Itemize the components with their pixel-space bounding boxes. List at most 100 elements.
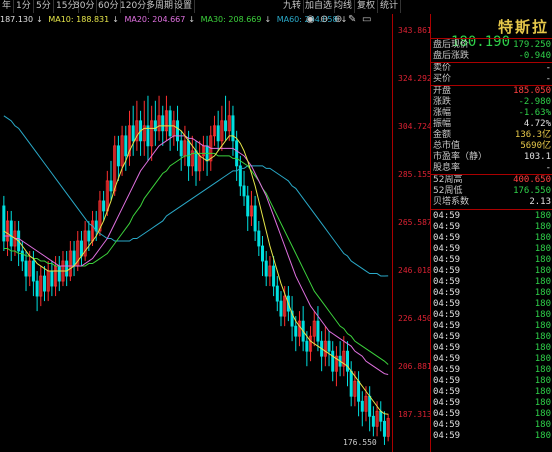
candle-body: [316, 320, 320, 342]
divider: [431, 85, 552, 86]
quote-value: -: [545, 163, 551, 173]
tool-button-1[interactable]: 加自选: [303, 0, 336, 13]
trade-row: 04:59 180: [431, 431, 552, 442]
arrow-down-icon: ↓: [264, 15, 272, 24]
candle-body: [279, 300, 283, 317]
ma30-label: MA30: 208.669: [200, 15, 262, 24]
trade-price: 180: [534, 321, 551, 331]
ma60-line: [3, 115, 389, 277]
ma20-label: MA20: 204.667: [124, 15, 186, 24]
quote-value: -0.940: [518, 51, 551, 61]
quote-row: 涨幅 -1.63%: [431, 108, 552, 119]
price-axis: 343.861 324.292 304.724 285.155 265.587 246.0…: [392, 14, 432, 452]
trade-row: 04:59 180: [431, 420, 552, 431]
candle-body: [65, 260, 69, 277]
trade-price: 180: [534, 343, 551, 353]
candle-body: [305, 340, 309, 352]
quote-row: 52周低 176.550: [431, 186, 552, 197]
trade-price: 180: [534, 299, 551, 309]
quote-row: 开盘 185.050: [431, 86, 552, 97]
tool-button-4[interactable]: 统计: [378, 0, 402, 13]
candle-body: [9, 220, 13, 247]
trade-row: 04:59 180: [431, 310, 552, 321]
period-tab-8[interactable]: 设置: [172, 0, 196, 13]
divider: [431, 209, 552, 210]
candle-body: [124, 135, 128, 157]
trade-row: 04:59 180: [431, 398, 552, 409]
period-tab-0[interactable]: 年: [0, 0, 15, 13]
price-tick: 187.313: [398, 410, 432, 419]
candle-body: [349, 370, 353, 397]
trade-price: 180: [534, 288, 551, 298]
quote-label: 涨跌: [433, 97, 452, 107]
trade-price: 180: [534, 365, 551, 375]
tool-button-3[interactable]: 复权: [355, 0, 379, 13]
trade-row: 04:59 180: [431, 321, 552, 332]
trade-row: 04:59 180: [431, 288, 552, 299]
quote-label: 52周低: [433, 186, 463, 196]
trade-time: 04:59: [433, 376, 461, 386]
quote-value: 176.550: [513, 186, 551, 196]
trade-row: 04:59 180: [431, 299, 552, 310]
trade-row: 04:59 180: [431, 222, 552, 233]
quote-label: 涨幅: [433, 108, 452, 118]
quote-label: 买价: [433, 74, 452, 84]
candle-body: [224, 120, 228, 132]
zoom-out-icon[interactable]: ⊖: [320, 14, 328, 25]
candle-body: [20, 250, 24, 262]
quote-value: -: [545, 74, 551, 84]
draw-icon[interactable]: ✎: [348, 14, 356, 25]
trade-row: 04:59 180: [431, 266, 552, 277]
trade-time: 04:59: [433, 420, 461, 430]
candle-body: [102, 200, 106, 212]
ma-legend: 187.130 ↓ MA10: 188.831 ↓ MA20: 204.667 ↓ M…: [0, 14, 390, 25]
quote-value: 2.13: [529, 197, 551, 207]
trade-price: 180: [534, 255, 551, 265]
trade-price: 180: [534, 332, 551, 342]
candle-body: [194, 150, 198, 172]
candle-body: [153, 120, 157, 132]
candle-body: [246, 195, 250, 217]
candle-body: [345, 350, 350, 372]
quote-value: 185.050: [513, 86, 551, 96]
quote-panel: 特斯拉 180.190 盘后现价 179.250 盘后涨跌 -0.940 卖价 - 买价 - 开…: [430, 14, 552, 452]
arrow-down-icon: ↓: [112, 15, 119, 24]
quote-label: 振幅: [433, 119, 452, 129]
quote-label: 总市值: [433, 141, 461, 151]
quote-value: 103.1: [523, 152, 551, 162]
trade-time: 04:59: [433, 233, 461, 243]
arrow-down-icon: ↓: [188, 15, 196, 24]
trade-price: 180: [534, 244, 551, 254]
tool-button-0[interactable]: 九转: [281, 0, 305, 13]
trade-time: 04:59: [433, 310, 461, 320]
quote-label: 市盈率（静）: [433, 152, 488, 162]
candle-body: [116, 145, 120, 167]
price-tick: 304.724: [398, 122, 432, 131]
eye-icon[interactable]: ◉: [306, 14, 315, 25]
quote-label: 金额: [433, 130, 452, 140]
trade-price: 180: [534, 431, 551, 441]
candle-body: [79, 240, 83, 257]
divider: [431, 62, 552, 63]
quote-value: -1.63%: [518, 108, 551, 118]
trade-time: 04:59: [433, 409, 461, 419]
arrow-down-icon: ↓: [36, 15, 43, 24]
toolbar: 年 1分 5分 15分 30分 60分 120分 多周期 设置 九转 加自选 均线 复权 统计: [0, 0, 552, 13]
ma10-label: MA10: 188.831: [48, 15, 110, 24]
period-tab-4[interactable]: 30分: [72, 0, 98, 13]
candle-body: [231, 115, 235, 142]
trade-row: 04:59 180: [431, 332, 552, 343]
candle-body: [294, 325, 298, 337]
trade-row: 04:59 180: [431, 376, 552, 387]
candle-body: [109, 180, 113, 192]
period-tab-2[interactable]: 5分: [34, 0, 54, 13]
candle-body: [264, 260, 268, 277]
candlestick-chart[interactable]: [0, 26, 390, 452]
tool-button-2[interactable]: 均线: [332, 0, 356, 13]
layout-icon[interactable]: ▭: [362, 14, 371, 25]
candle-body: [382, 420, 386, 437]
zoom-in-icon[interactable]: ⊕: [334, 14, 342, 25]
period-tab-1[interactable]: 1分: [14, 0, 34, 13]
trade-time: 04:59: [433, 365, 461, 375]
trade-row: 04:59 180: [431, 409, 552, 420]
